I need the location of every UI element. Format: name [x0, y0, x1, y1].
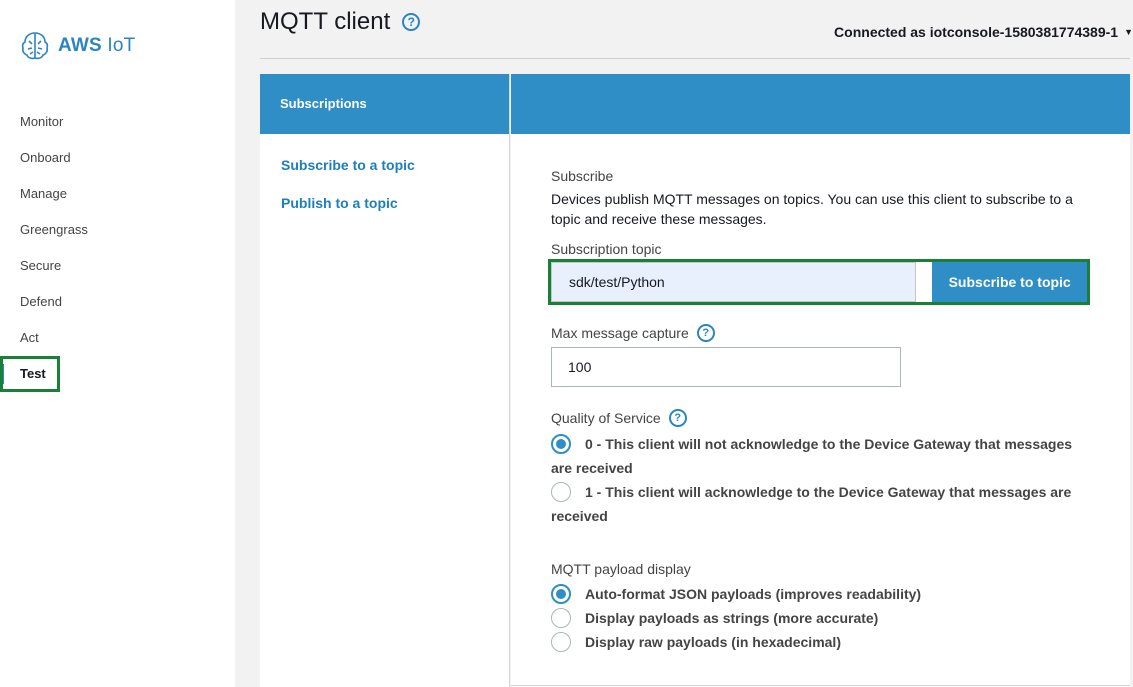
max-capture-label: Max message capture ? [551, 324, 715, 342]
sidebar-item-defend[interactable]: Defend [0, 284, 235, 320]
sidebar-item-monitor[interactable]: Monitor [0, 104, 235, 140]
radio-unselected-icon[interactable] [551, 482, 571, 502]
radio-unselected-icon[interactable] [551, 608, 571, 628]
sidebar: AWS IoT Monitor Onboard Manage Greengras… [0, 0, 235, 687]
radio-selected-icon[interactable] [551, 434, 571, 454]
payload-display-label: MQTT payload display [551, 561, 691, 577]
radio-unselected-icon[interactable] [551, 632, 571, 652]
page-title: MQTT client ? [260, 8, 421, 36]
help-icon[interactable]: ? [402, 13, 421, 31]
subscribe-description: Devices publish MQTT messages on topics.… [551, 191, 1073, 227]
max-capture-help-icon[interactable]: ? [696, 324, 715, 342]
radio-selected-icon[interactable] [551, 584, 571, 604]
max-capture-label-text: Max message capture [551, 325, 689, 341]
qos-option-0-label: 0 - This client will not acknowledge to … [551, 436, 1073, 476]
subscription-topic-highlight: Subscribe to topic [548, 259, 1090, 305]
subscribe-panel-header [511, 74, 1130, 134]
qos-help-icon[interactable]: ? [668, 409, 687, 427]
payload-option-hex[interactable]: Display raw payloads (in hexadecimal) [551, 630, 1091, 654]
qos-option-0[interactable]: 0 - This client will not acknowledge to … [551, 432, 1091, 480]
qos-label: Quality of Service ? [551, 409, 687, 427]
payload-option-strings-label: Display payloads as strings (more accura… [585, 610, 879, 626]
max-capture-input[interactable] [551, 347, 901, 387]
subscribe-title: Subscribe [551, 168, 614, 184]
brand-bold: AWS [58, 35, 102, 56]
panel-bottom-border [511, 685, 1130, 686]
connection-dropdown[interactable]: Connected as iotconsole-1580381774389-1 … [834, 24, 1133, 40]
aws-iot-logo[interactable]: AWS IoT [20, 30, 135, 62]
subscription-topic-input[interactable] [551, 262, 917, 302]
subscriptions-panel: Subscriptions Subscribe to a topic Publi… [260, 74, 510, 687]
subscribe-topic-link[interactable]: Subscribe to a topic [281, 157, 509, 173]
sidebar-nav: Monitor Onboard Manage Greengrass Secure… [0, 104, 235, 392]
payload-display-label-text: MQTT payload display [551, 561, 691, 577]
sidebar-item-act[interactable]: Act [0, 320, 235, 356]
sidebar-item-onboard[interactable]: Onboard [0, 140, 235, 176]
page-title-text: MQTT client [260, 8, 391, 35]
subscription-topic-label: Subscription topic [551, 241, 662, 257]
payload-option-json-label: Auto-format JSON payloads (improves read… [585, 586, 922, 602]
qos-option-1-label: 1 - This client will acknowledge to the … [551, 484, 1072, 524]
sidebar-item-greengrass[interactable]: Greengrass [0, 212, 235, 248]
iot-brain-icon [21, 32, 49, 60]
header-divider [260, 58, 1130, 59]
subscription-topic-label-text: Subscription topic [551, 241, 662, 257]
payload-option-json[interactable]: Auto-format JSON payloads (improves read… [551, 582, 1091, 606]
connection-label: Connected as iotconsole-1580381774389-1 [834, 24, 1119, 40]
sidebar-item-test[interactable]: Test [0, 356, 235, 392]
subscriptions-header: Subscriptions [260, 74, 509, 134]
qos-label-text: Quality of Service [551, 410, 661, 426]
brand-rest: IoT [101, 35, 136, 56]
sidebar-item-secure[interactable]: Secure [0, 248, 235, 284]
qos-option-1[interactable]: 1 - This client will acknowledge to the … [551, 480, 1091, 528]
subscribe-to-topic-button[interactable]: Subscribe to topic [932, 262, 1087, 302]
payload-option-hex-label: Display raw payloads (in hexadecimal) [585, 634, 841, 650]
payload-option-strings[interactable]: Display payloads as strings (more accura… [551, 606, 1091, 630]
caret-down-icon: ▼ [1124, 27, 1133, 37]
publish-topic-link[interactable]: Publish to a topic [281, 195, 509, 211]
sidebar-item-manage[interactable]: Manage [0, 176, 235, 212]
